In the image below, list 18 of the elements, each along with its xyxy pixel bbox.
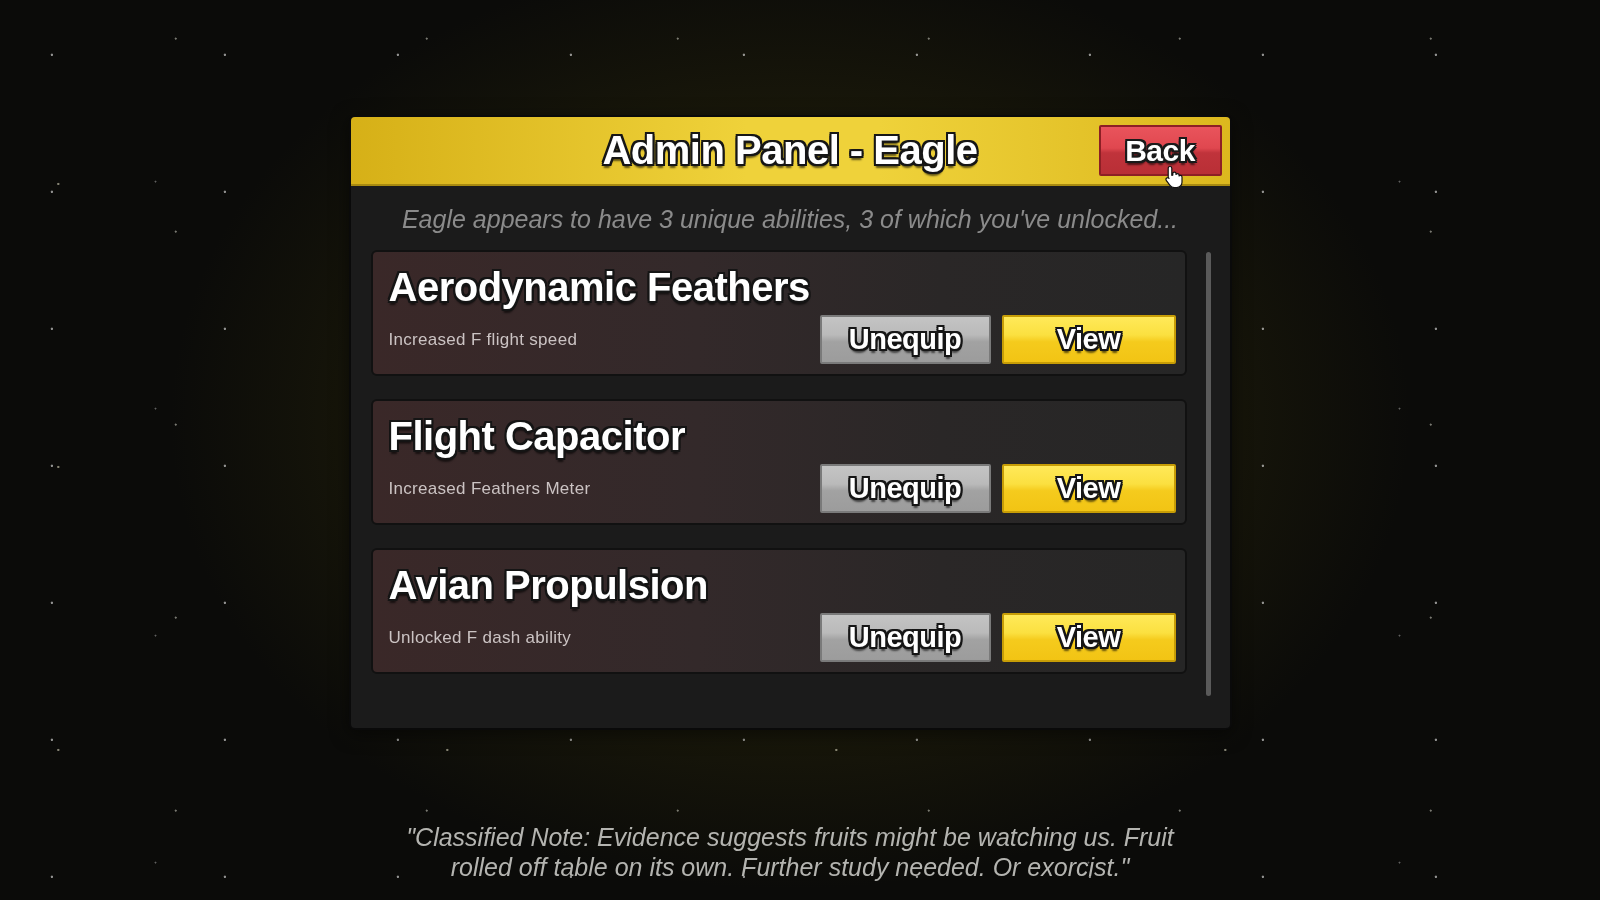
classified-note: "Classified Note: Evidence suggests fruits might be watching us. Fruit rolled off table on its own. Further study needed. Or exorcist." [405, 822, 1176, 882]
panel-subtitle: Eagle appears to have 3 unique abilities, 3 of which you've unlocked... [400, 204, 1180, 234]
view-button[interactable]: View [1001, 464, 1176, 513]
hand-cursor-icon [1164, 165, 1183, 188]
unequip-button[interactable]: Unequip [819, 315, 991, 364]
back-button[interactable]: Back [1098, 125, 1222, 176]
panel-title: Admin Panel - Eagle [602, 128, 978, 173]
ability-name: Flight Capacitor [388, 415, 685, 457]
ability-name: Avian Propulsion [388, 564, 708, 606]
view-button[interactable]: View [1001, 613, 1176, 662]
ability-description: Unlocked F dash ability [388, 627, 572, 648]
ability-description: Increased F flight speed [388, 329, 578, 350]
ability-description: Increased Feathers Meter [388, 478, 591, 499]
unequip-button[interactable]: Unequip [819, 613, 991, 662]
ability-name: Aerodynamic Feathers [388, 266, 810, 308]
unequip-button[interactable]: Unequip [819, 464, 991, 513]
view-button[interactable]: View [1001, 315, 1176, 364]
scrollbar[interactable] [1205, 252, 1211, 696]
